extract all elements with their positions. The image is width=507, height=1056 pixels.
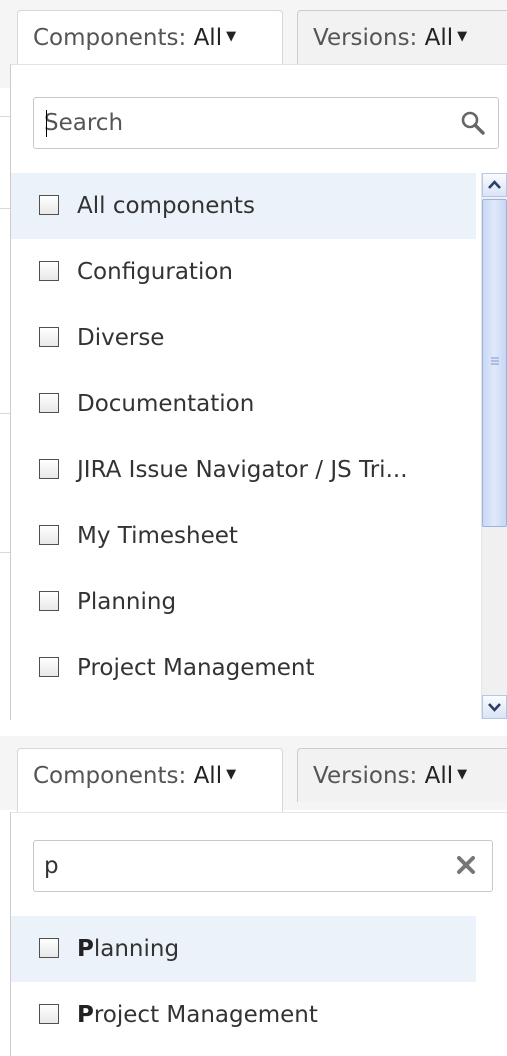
- divider: [0, 116, 10, 117]
- caret-down-icon: ▼: [457, 766, 468, 782]
- list-item-label: My Timesheet: [77, 523, 238, 549]
- versions-filter-button[interactable]: Versions: All ▼: [297, 748, 507, 802]
- list-item-label: Diverse: [77, 325, 165, 351]
- components-filter-value: All: [193, 25, 223, 51]
- scroll-up-button[interactable]: [482, 173, 507, 197]
- clear-search-icon[interactable]: [454, 853, 478, 877]
- checkbox[interactable]: [39, 459, 59, 479]
- list-item-label: Documentation: [77, 391, 255, 417]
- match-highlight: P: [77, 1002, 94, 1028]
- list-item-jira-issue-navigator[interactable]: JIRA Issue Navigator / JS Tri...: [11, 437, 476, 503]
- list-item-planning[interactable]: Planning: [11, 569, 476, 635]
- search-input[interactable]: [44, 98, 434, 148]
- chevron-down-icon: [488, 703, 501, 712]
- scroll-thumb[interactable]: [482, 199, 507, 527]
- list-item-label: All components: [77, 193, 255, 219]
- components-filter-panel-unfiltered: Components: All▼ Versions: All▼ All comp…: [0, 0, 507, 720]
- checkbox[interactable]: [39, 1004, 59, 1024]
- caret-down-icon: ▼: [226, 766, 237, 782]
- versions-filter-label: Versions:: [313, 25, 418, 51]
- components-filter-button[interactable]: Components: All ▼: [17, 748, 283, 812]
- divider: [0, 413, 10, 414]
- list-item-project-management[interactable]: Project Management: [11, 982, 476, 1048]
- chevron-up-icon: [488, 180, 501, 189]
- list-item-planning[interactable]: Planning: [11, 916, 476, 982]
- components-filter-value: All: [193, 763, 223, 789]
- list-item-my-timesheet[interactable]: My Timesheet: [11, 503, 476, 569]
- list-scrollbar[interactable]: [481, 173, 507, 719]
- search-field[interactable]: [33, 97, 499, 149]
- list-item-label: Planning: [77, 589, 177, 615]
- checkbox[interactable]: [39, 591, 59, 611]
- list-item-diverse[interactable]: Diverse: [11, 305, 476, 371]
- divider: [0, 208, 10, 209]
- versions-filter-button[interactable]: Versions: All ▼: [297, 10, 507, 64]
- checkbox[interactable]: [39, 657, 59, 677]
- match-highlight: P: [77, 936, 94, 962]
- components-filter-label: Components:: [33, 763, 187, 789]
- text-cursor: [46, 110, 47, 137]
- versions-filter-value: All: [424, 25, 454, 51]
- list-item-label: Configuration: [77, 259, 233, 285]
- search-field[interactable]: [33, 840, 493, 892]
- filter-toolbar: Components: All ▼ Versions: All ▼: [0, 736, 507, 812]
- checkbox[interactable]: [39, 195, 59, 215]
- scroll-down-button[interactable]: [482, 695, 507, 719]
- checkbox[interactable]: [39, 938, 59, 958]
- grip-icon: [491, 357, 499, 365]
- components-list: All components Configuration Diverse Doc…: [11, 173, 507, 701]
- list-item-label: lanning: [93, 936, 180, 962]
- list-item-documentation[interactable]: Documentation: [11, 371, 476, 437]
- caret-down-icon: ▼: [226, 28, 237, 44]
- divider: [0, 552, 10, 553]
- components-filter-panel-filtered: Components: All▼ Versions: All▼ Planning…: [0, 736, 507, 1056]
- checkbox[interactable]: [39, 393, 59, 413]
- checkbox[interactable]: [39, 327, 59, 347]
- versions-filter-label: Versions:: [313, 763, 418, 789]
- search-input[interactable]: [44, 841, 434, 891]
- list-item-configuration[interactable]: Configuration: [11, 239, 476, 305]
- versions-filter-value: All: [424, 763, 454, 789]
- checkbox[interactable]: [39, 525, 59, 545]
- list-item-label: JIRA Issue Navigator / JS Tri...: [77, 457, 408, 483]
- caret-down-icon: ▼: [457, 28, 468, 44]
- list-item-all-components[interactable]: All components: [11, 173, 476, 239]
- list-item-project-management[interactable]: Project Management: [11, 635, 476, 701]
- checkbox[interactable]: [39, 261, 59, 281]
- list-item-label: Project Management: [77, 655, 315, 681]
- components-dropdown: Planning Project Management: [10, 812, 507, 1056]
- list-item-label: roject Management: [93, 1002, 318, 1028]
- components-filter-label: Components:: [33, 25, 187, 51]
- components-list: Planning Project Management: [11, 916, 507, 1048]
- components-dropdown: All components Configuration Diverse Doc…: [10, 64, 507, 720]
- search-icon: [461, 111, 485, 135]
